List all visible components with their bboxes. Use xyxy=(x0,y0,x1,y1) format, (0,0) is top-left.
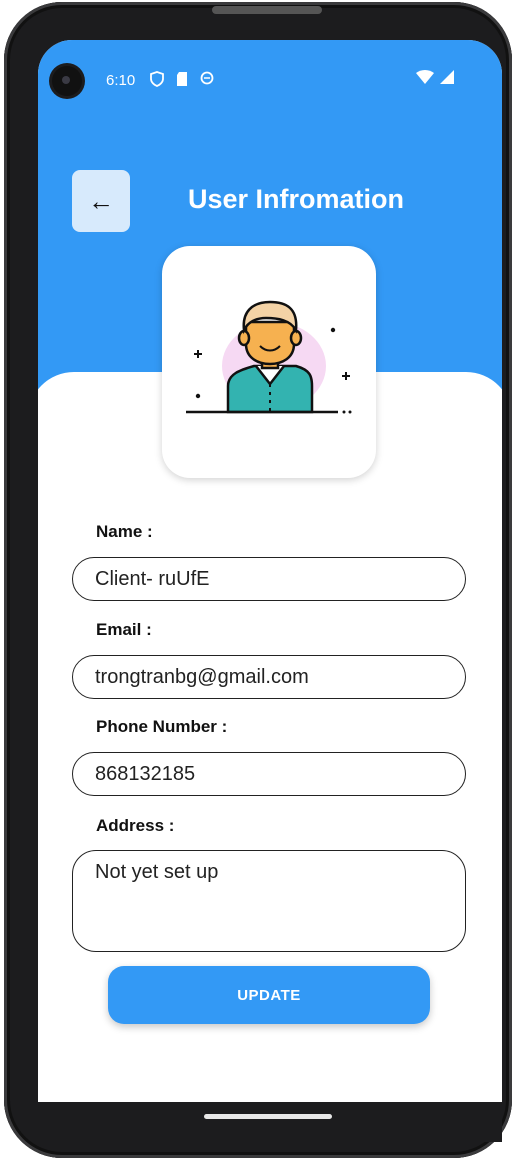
update-button[interactable]: UPDATE xyxy=(108,966,430,1024)
system-nav-bar xyxy=(38,1102,502,1142)
status-time: 6:10 xyxy=(106,72,136,89)
back-button[interactable]: ← xyxy=(72,170,130,232)
sd-card-icon xyxy=(177,72,187,86)
signal-icon xyxy=(440,70,454,84)
page-title: User Infromation xyxy=(188,184,405,214)
email-label: Email : xyxy=(96,620,152,639)
shield-icon xyxy=(150,71,164,87)
arrow-left-icon: ← xyxy=(88,185,114,216)
avatar-card[interactable] xyxy=(162,246,376,478)
wifi-icon xyxy=(416,70,435,84)
sync-icon xyxy=(200,71,214,85)
name-label: Name : xyxy=(96,522,153,541)
name-input[interactable] xyxy=(72,557,466,601)
address-input[interactable]: Not yet set up xyxy=(72,850,466,952)
phone-label: Phone Number : xyxy=(96,717,228,736)
home-indicator[interactable] xyxy=(204,1114,332,1119)
email-input[interactable] xyxy=(72,655,466,699)
status-right-icons xyxy=(416,70,454,87)
status-icons xyxy=(150,71,214,87)
speaker-grille xyxy=(212,6,322,14)
status-bar: 6:10 xyxy=(38,66,502,96)
phone-input[interactable] xyxy=(72,752,466,796)
user-avatar-icon xyxy=(186,300,352,414)
address-label: Address : xyxy=(96,816,175,835)
front-camera xyxy=(52,66,82,96)
app-screen: 6:10 ← User Infromation Name: Client- r… xyxy=(38,40,502,1102)
